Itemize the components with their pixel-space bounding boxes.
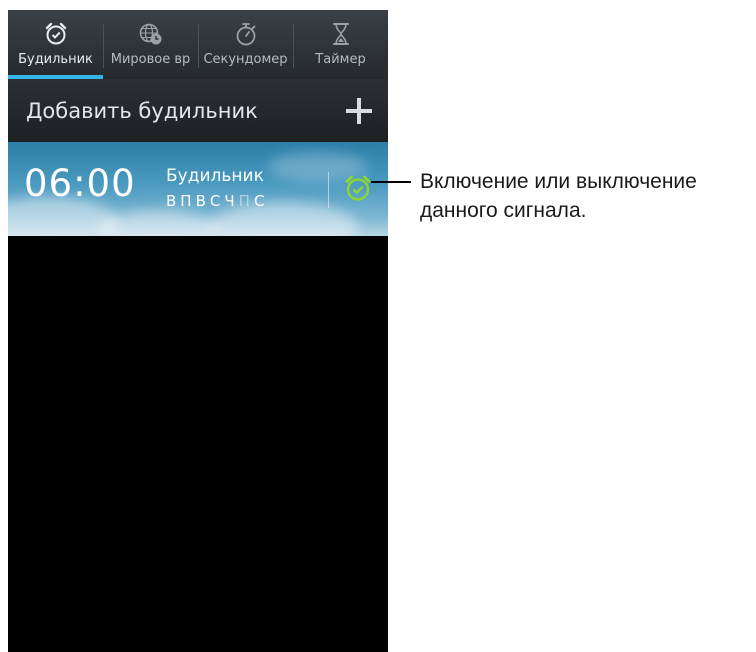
day-friday: П	[238, 192, 254, 210]
day-monday: П	[180, 192, 196, 210]
plus-icon[interactable]	[346, 97, 372, 124]
alarm-clock-icon	[45, 22, 66, 45]
alarm-days: ВПВСЧПС	[166, 192, 268, 210]
day-thursday: Ч	[224, 192, 239, 210]
callout-line-2: данного сигнала.	[420, 199, 587, 222]
phone-screen: Будильник Мировое вр Секундомер Таймер Д…	[8, 10, 388, 652]
alarm-name: Будильник	[166, 166, 264, 186]
tab-world-clock[interactable]: Мировое вр	[103, 10, 198, 79]
day-sunday: В	[166, 192, 181, 210]
globe-clock-icon	[139, 23, 161, 45]
day-tuesday: В	[195, 192, 210, 210]
tab-stopwatch-label: Секундомер	[203, 52, 288, 67]
add-alarm-row[interactable]: Добавить будильник	[8, 79, 388, 142]
stopwatch-icon	[236, 23, 255, 46]
day-wednesday: С	[209, 192, 225, 210]
tab-stopwatch[interactable]: Секундомер	[198, 10, 293, 79]
alarm-toggle-icon[interactable]	[342, 172, 374, 204]
tab-alarm[interactable]: Будильник	[8, 10, 103, 79]
alarm-divider	[328, 172, 329, 208]
tab-timer[interactable]: Таймер	[293, 10, 388, 79]
tab-timer-label: Таймер	[315, 52, 366, 67]
cloud-decoration	[98, 210, 218, 236]
tab-alarm-label: Будильник	[18, 52, 93, 67]
day-saturday: С	[253, 192, 269, 210]
alarm-item[interactable]: 06:00 Будильник ВПВСЧПС	[8, 142, 388, 236]
callout-text: Включение или выключение данного сигнала…	[420, 167, 697, 225]
tab-world-clock-label: Мировое вр	[110, 52, 191, 67]
add-alarm-label: Добавить будильник	[26, 98, 258, 123]
hourglass-icon	[332, 23, 349, 45]
callout-line-1: Включение или выключение	[420, 170, 697, 193]
tab-bar: Будильник Мировое вр Секундомер Таймер	[8, 10, 388, 79]
callout-line	[371, 181, 411, 183]
alarm-time: 06:00	[24, 162, 136, 205]
